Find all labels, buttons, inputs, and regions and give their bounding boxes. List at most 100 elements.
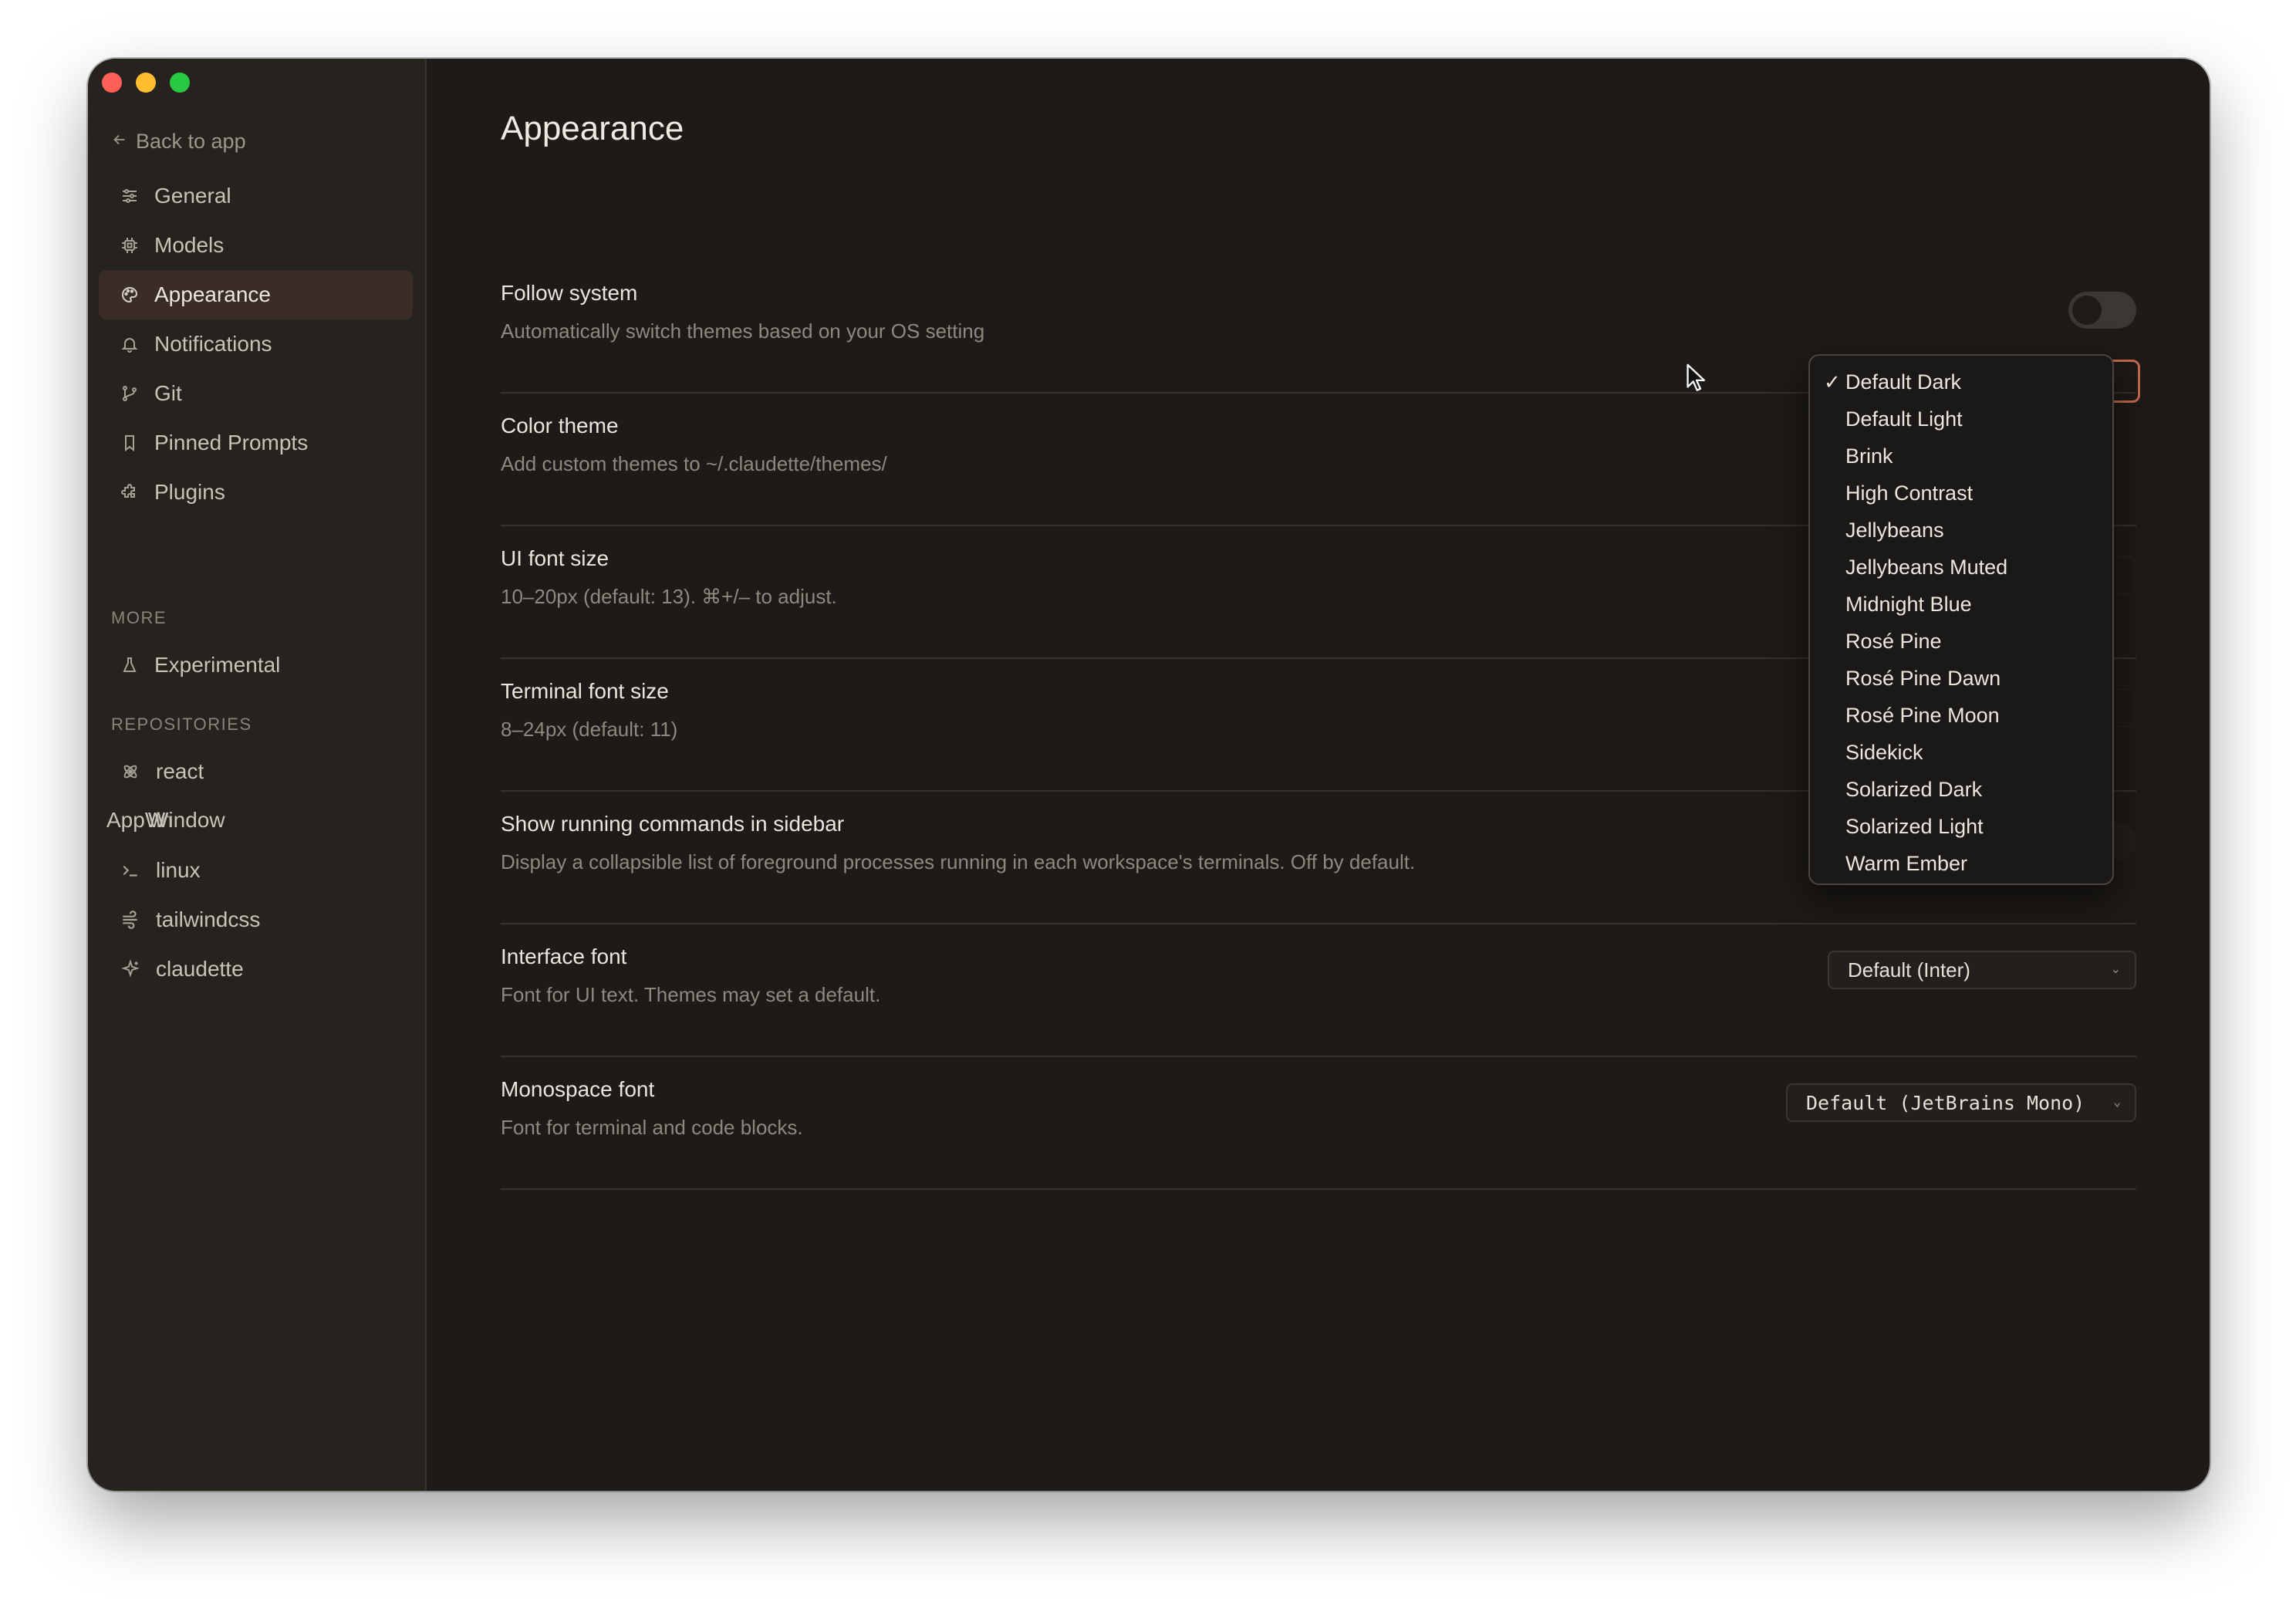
checkmark-icon: ✓ [1824, 370, 1841, 394]
setting-label: Terminal font size [501, 679, 669, 703]
follow-system-toggle[interactable] [2068, 292, 2136, 329]
theme-option[interactable]: Warm Ember [1810, 845, 2112, 882]
theme-option[interactable]: Rosé Pine [1810, 623, 2112, 660]
interface-font-select[interactable]: Default (Inter) ⌄ [1828, 951, 2136, 989]
theme-option-label: Rosé Pine Moon [1845, 703, 2000, 727]
bell-icon [119, 333, 140, 355]
sidebar-item-general[interactable]: General [99, 171, 413, 221]
puzzle-icon [119, 482, 140, 503]
theme-option[interactable]: Solarized Dark [1810, 771, 2112, 808]
sidebar-item-label: Models [154, 233, 225, 257]
wind-icon [119, 908, 142, 931]
setting-description: Font for UI text. Themes may set a defau… [501, 983, 881, 1006]
sidebar-item-git[interactable]: Git [99, 369, 413, 418]
chevron-down-icon: ⌄ [2110, 963, 2121, 976]
back-to-app-label: Back to app [136, 130, 246, 153]
setting-label: Interface font [501, 944, 627, 968]
theme-option-default-dark[interactable]: ✓ Default Dark [1810, 363, 2112, 400]
theme-option[interactable]: Sidekick [1810, 734, 2112, 771]
sidebar-item-label: Pinned Prompts [154, 431, 309, 454]
repositories-section-label: REPOSITORIES [111, 715, 252, 734]
theme-option[interactable]: Jellybeans Muted [1810, 549, 2112, 586]
bookmark-icon [119, 432, 140, 454]
sparkle-icon [119, 958, 142, 981]
theme-option[interactable]: Solarized Light [1810, 808, 2112, 845]
sidebar-item-label: Notifications [154, 332, 272, 356]
theme-option-label: Brink [1845, 444, 1893, 468]
setting-description: Display a collapsible list of foreground… [501, 850, 1416, 873]
theme-option-label: Sidekick [1845, 740, 1923, 764]
git-branch-icon [119, 383, 140, 404]
setting-label: UI font size [501, 546, 609, 570]
toggle-knob [2072, 296, 2102, 325]
repo-item-label: linux [156, 858, 201, 882]
sidebar-item-appearance[interactable]: Appearance [99, 270, 413, 319]
zoom-window-button[interactable] [170, 73, 190, 93]
terminal-icon [119, 859, 142, 882]
arrow-left-icon [111, 130, 128, 154]
theme-option[interactable]: Brink [1810, 438, 2112, 475]
theme-option[interactable]: Rosé Pine Dawn [1810, 660, 2112, 697]
atom-icon [119, 760, 142, 783]
setting-description: Add custom themes to ~/.claudette/themes… [501, 452, 887, 475]
setting-description: Font for terminal and code blocks. [501, 1116, 803, 1139]
setting-interface-font: Interface font Font for UI text. Themes … [501, 923, 2136, 1057]
mouse-cursor-icon [1685, 363, 1708, 397]
sidebar-item-label: General [154, 184, 231, 208]
theme-option-label: Midnight Blue [1845, 592, 1972, 616]
setting-label: Follow system [501, 281, 638, 305]
sidebar-item-notifications[interactable]: Notifications [99, 319, 413, 369]
theme-option-label: Jellybeans Muted [1845, 555, 2008, 579]
chip-icon [119, 235, 140, 256]
setting-label: Color theme [501, 414, 619, 438]
minimize-window-button[interactable] [136, 73, 156, 93]
theme-option[interactable]: Jellybeans [1810, 512, 2112, 549]
theme-option-label: Solarized Dark [1845, 777, 1983, 801]
repo-item-tailwindcss[interactable]: tailwindcss [99, 895, 413, 944]
repository-list: react AppW in Window linux tailwindcss c… [99, 747, 413, 994]
setting-description: Automatically switch themes based on you… [501, 319, 985, 343]
more-section-label: MORE [111, 608, 167, 627]
setting-description: 10–20px (default: 13). ⌘+/– to adjust. [501, 585, 837, 608]
setting-label: Show running commands in sidebar [501, 812, 845, 836]
sidebar-item-experimental[interactable]: Experimental [99, 640, 413, 690]
sidebar-item-pinned-prompts[interactable]: Pinned Prompts [99, 418, 413, 468]
chevron-down-icon: ⌄ [2113, 1094, 2121, 1109]
repo-item-label: claudette [156, 957, 244, 981]
repo-item-react[interactable]: react [99, 747, 413, 796]
repo-item-appwindow[interactable]: AppW in Window [99, 796, 413, 846]
setting-description: 8–24px (default: 11) [501, 718, 678, 741]
theme-option-label: Rosé Pine [1845, 629, 1942, 653]
close-window-button[interactable] [102, 73, 122, 93]
sidebar-item-label: Plugins [154, 480, 225, 504]
theme-option-label: Rosé Pine Dawn [1845, 666, 2001, 690]
theme-option[interactable]: Default Light [1810, 400, 2112, 438]
monospace-font-select[interactable]: Default (JetBrains Mono) ⌄ [1786, 1083, 2136, 1122]
window-controls [102, 73, 190, 93]
sidebar-item-label: Experimental [154, 653, 281, 677]
sliders-icon [119, 185, 140, 207]
sidebar: Back to app General Models Appearance No… [88, 59, 427, 1491]
theme-option[interactable]: High Contrast [1810, 475, 2112, 512]
back-to-app-link[interactable]: Back to app [111, 130, 246, 154]
repo-item-label: react [156, 759, 204, 783]
page-title: Appearance [501, 110, 684, 147]
repo-item-overlapping-label: AppW in Window [106, 808, 261, 834]
more-nav: Experimental [99, 640, 413, 690]
repo-item-linux[interactable]: linux [99, 846, 413, 895]
repo-label-part-b: Window [148, 808, 225, 832]
sidebar-item-label: Appearance [154, 282, 272, 306]
theme-option-label: Default Dark [1845, 370, 1962, 394]
settings-nav: General Models Appearance Notifications [99, 171, 413, 517]
sidebar-item-models[interactable]: Models [99, 221, 413, 270]
flask-icon [119, 654, 140, 676]
setting-label: Monospace font [501, 1077, 655, 1101]
repo-item-claudette[interactable]: claudette [99, 944, 413, 994]
sidebar-item-plugins[interactable]: Plugins [99, 468, 413, 517]
theme-option[interactable]: Midnight Blue [1810, 586, 2112, 623]
theme-option[interactable]: Rosé Pine Moon [1810, 697, 2112, 734]
sidebar-item-label: Git [154, 381, 182, 405]
setting-monospace-font: Monospace font Font for terminal and cod… [501, 1056, 2136, 1190]
theme-option-label: High Contrast [1845, 481, 1974, 505]
theme-option-label: Default Light [1845, 407, 1963, 431]
